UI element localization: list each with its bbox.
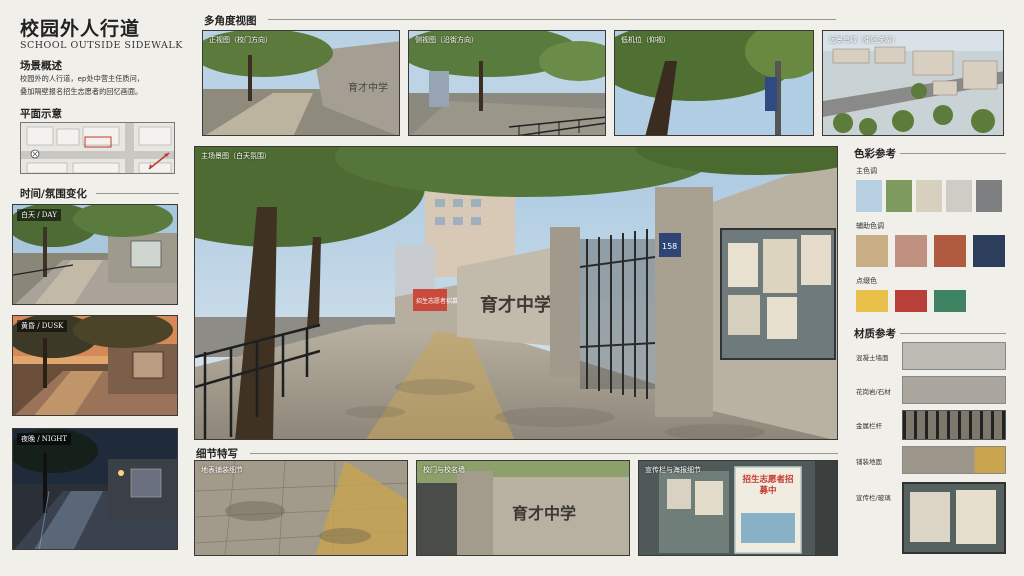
material-granite [902,376,1006,404]
view-side[interactable]: 侧视图（沿街方向） [408,30,606,136]
page-subtitle: SCHOOL OUTSIDE SIDEWALK [20,40,183,51]
view-front-label: 正视图（校门方向） [209,36,272,44]
main-scene-label: 主场景图（白天氛围） [201,152,271,160]
view-aerial[interactable]: 远景鸟瞰（街区关系） [822,30,1004,136]
color-swatch [886,180,912,212]
primary-colors-label: 主色调 [856,167,877,175]
night-thumbnail[interactable]: 夜晚 / NIGHT [12,428,178,550]
primary-swatches [856,180,1006,212]
color-swatch [973,235,1005,267]
material-notice-glass [902,482,1006,554]
material-label: 铺装地面 [856,458,882,466]
overview-heading: 场景概述 [20,60,62,72]
secondary-swatches [856,235,1006,267]
wall-school-name: 育才中学 [480,294,552,316]
detail-paving[interactable]: 地表铺装细节 [194,460,408,556]
dusk-thumbnail[interactable]: 黄昏 / DUSK [12,315,178,416]
view-side-label: 侧视图（沿街方向） [415,36,478,44]
accent-colors-label: 点缀色 [856,277,877,285]
color-swatch [895,290,927,312]
poster-text: 招生志愿者招募中 [742,475,794,496]
detail-gate[interactable]: 育才中学 校门与校名墙 [416,460,630,556]
material-metal-railing [902,410,1006,440]
color-swatch [856,290,888,312]
color-swatch [856,180,882,212]
main-scene[interactable]: 招生志愿者招募中 育才中学 158 主场景图（白天氛围） [194,146,838,440]
night-label: 夜晚 / NIGHT [17,433,72,445]
views-heading: 多角度视图 [204,15,257,27]
overview-line-2: 叠加隔壁报名招生志愿者的回忆画面。 [20,87,143,96]
color-swatch [946,180,972,212]
divider [900,333,1006,334]
view-low-angle[interactable]: 低机位（仰视） [614,30,814,136]
banner-text: 招生志愿者招募中 [416,297,464,305]
detail-wall-text: 育才中学 [512,504,576,523]
view-aerial-label: 远景鸟瞰（街区关系） [829,36,899,44]
detail-poster-label: 宣传栏与海报细节 [645,466,701,474]
material-concrete [902,342,1006,370]
material-label: 花岗岩/石材 [856,388,891,396]
material-paving [902,446,1006,474]
plan-heading: 平面示意 [20,108,62,120]
accent-swatches [856,290,1006,312]
secondary-colors-label: 辅助色调 [856,222,884,230]
materials-heading: 材质参考 [854,328,896,340]
divider [900,153,1006,154]
address-plate: 158 [662,242,677,251]
site-plan-diagram [20,122,175,174]
divider [96,193,179,194]
overview-line-1: 校园外的人行道，ep处中营主任质问， [20,74,144,83]
color-swatch [895,235,927,267]
divider [250,453,838,454]
colors-heading: 色彩参考 [854,148,896,160]
color-swatch [976,180,1002,212]
overview-text: 校园外的人行道，ep处中营主任质问， 叠加隔壁报名招生志愿者的回忆画面。 [20,72,185,98]
day-label: 白天 / DAY [17,209,61,221]
color-swatch [934,235,966,267]
detail-poster[interactable]: 招生志愿者招募中 宣传栏与海报细节 [638,460,838,556]
color-swatch [934,290,966,312]
detail-paving-label: 地表铺装细节 [201,466,243,474]
view-low-angle-label: 低机位（仰视） [621,36,670,44]
details-heading: 细节特写 [196,448,238,460]
divider [268,19,836,20]
material-label: 金属栏杆 [856,422,882,430]
page-title: 校园外人行道 [20,18,141,40]
detail-gate-label: 校门与校名墙 [423,466,465,474]
dusk-label: 黄昏 / DUSK [17,320,68,332]
color-swatch [856,235,888,267]
wall-text: 育才中学 [348,81,388,94]
material-label: 混凝土墙面 [856,354,889,362]
material-label: 宣传栏/玻璃 [856,494,891,502]
view-front[interactable]: 育才中学 正视图（校门方向） [202,30,400,136]
timeofday-heading: 时间/氛围变化 [20,188,87,200]
color-swatch [916,180,942,212]
day-thumbnail[interactable]: 白天 / DAY [12,204,178,305]
